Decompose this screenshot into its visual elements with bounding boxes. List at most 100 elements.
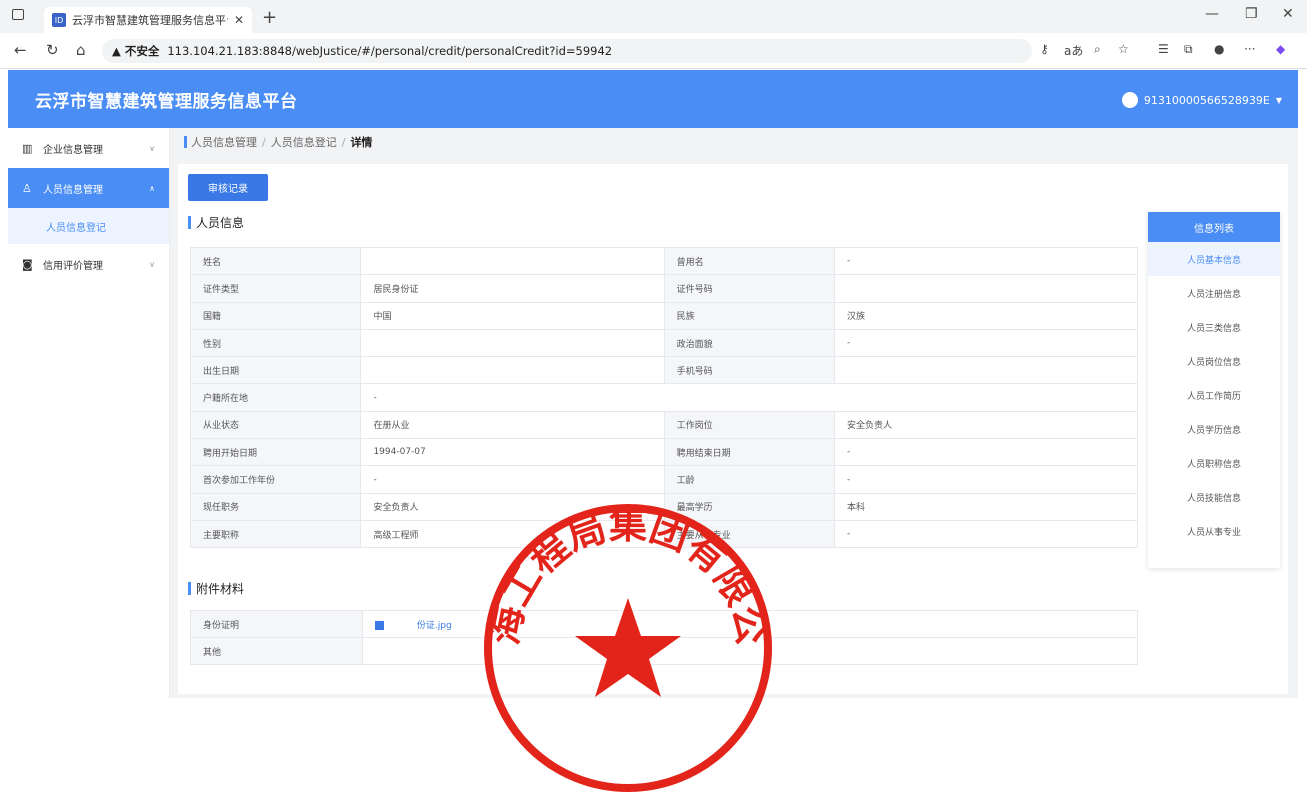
new-tab-icon[interactable]: + (262, 7, 277, 28)
key-icon[interactable]: ⚷ (1040, 42, 1049, 56)
sidebar-item-credit[interactable]: ◙ 信用评价管理 ∨ (8, 244, 169, 284)
sidebar-item-label: 人员信息管理 (43, 184, 103, 196)
table-cell-value: - (834, 465, 1138, 494)
table-cell-value: 1994-07-07 (360, 438, 665, 467)
section-title-attachments: 附件材料 (188, 580, 244, 597)
sidebar: ▥ 企业信息管理 ∨ ♙ 人员信息管理 ∧ 人员信息登记 ◙ 信用评价管理 ∨ (8, 128, 170, 698)
info-list-item[interactable]: 人员工作简历 (1148, 378, 1280, 412)
copilot-icon[interactable]: ◆ (1276, 42, 1285, 56)
table-cell-value (360, 246, 665, 276)
table-cell-file (362, 637, 1138, 665)
favicon-icon: ID (52, 13, 66, 27)
read-aloud-icon[interactable]: aあ (1064, 42, 1083, 59)
table-cell-label: 户籍所在地 (189, 383, 362, 412)
profile-icon[interactable]: ● (1214, 42, 1224, 56)
sidebar-toggle-icon[interactable] (12, 9, 24, 20)
back-icon[interactable]: ← (14, 41, 27, 59)
refresh-icon[interactable]: ↻ (46, 41, 59, 59)
table-cell-file: 份证.jpg (362, 610, 1138, 638)
section-title-text: 人员信息 (196, 216, 245, 230)
table-cell-value: 安全负责人 (360, 492, 665, 521)
person-info-table: 姓名 曾用名 - 证件类型 居民身份证 证件号码 国籍 中国 民族 汉族 性别 政治面貌 - 出生日期 手机… (189, 246, 1138, 549)
table-cell-value: 在册从业 (360, 410, 665, 440)
zoom-icon[interactable]: ⌕ (1094, 42, 1101, 57)
breadcrumb-item[interactable]: 人员信息登记 (271, 134, 337, 150)
favorites-list-icon[interactable]: ☰ (1158, 42, 1169, 56)
table-row: 姓名 曾用名 - (189, 246, 1138, 276)
table-cell-label: 性别 (189, 328, 362, 358)
table-cell-label: 手机号码 (663, 356, 836, 385)
file-link[interactable]: 份证.jpg (417, 621, 452, 631)
table-row: 身份证明 份证.jpg (190, 610, 1138, 638)
sidebar-subitem-registration[interactable]: 人员信息登记 (8, 208, 169, 244)
info-list-panel: 信息列表 人员基本信息 人员注册信息 人员三类信息 人员岗位信息 人员工作简历 人员学历信… (1148, 212, 1280, 568)
info-list-item[interactable]: 人员三类信息 (1148, 310, 1280, 344)
section-marker (188, 216, 191, 229)
section-title-text: 附件材料 (196, 582, 245, 596)
table-cell-value: 安全负责人 (834, 410, 1138, 440)
table-cell-label: 曾用名 (663, 246, 836, 276)
info-list-item[interactable]: 人员从事专业 (1148, 514, 1280, 548)
table-cell-label: 首次参加工作年份 (189, 465, 362, 494)
shield-icon: ◙ (22, 257, 33, 271)
table-cell-value: - (360, 465, 665, 494)
info-list-item[interactable]: 人员技能信息 (1148, 480, 1280, 514)
favorite-icon[interactable]: ☆ (1118, 42, 1129, 56)
attachments-table: 身份证明 份证.jpg 其他 (190, 610, 1138, 665)
table-row: 国籍 中国 民族 汉族 (189, 301, 1138, 330)
close-tab-icon[interactable]: ✕ (234, 13, 244, 27)
table-cell-label: 出生日期 (189, 356, 362, 385)
collections-icon[interactable]: ⧉ (1184, 42, 1193, 57)
chevron-down-icon: ∨ (149, 259, 155, 269)
main-content: 人员信息管理 / 人员信息登记 / 详情 审核记录 人员信息 姓名 曾用名 - 证件类… (170, 128, 1298, 698)
sidebar-item-label: 企业信息管理 (43, 144, 103, 156)
table-row: 出生日期 手机号码 (189, 356, 1138, 385)
table-cell-label: 工龄 (663, 465, 836, 494)
table-row: 其他 (190, 637, 1138, 665)
table-row: 首次参加工作年份 - 工龄 - (189, 465, 1138, 494)
minimize-icon[interactable]: — (1205, 6, 1219, 22)
table-cell-value: 汉族 (834, 301, 1138, 330)
table-cell-label: 国籍 (189, 301, 362, 330)
browser-tab-bar: ID 云浮市智慧建筑管理服务信息平台 ✕ + — ❐ ✕ (0, 0, 1307, 33)
info-list-item[interactable]: 人员职称信息 (1148, 446, 1280, 480)
table-cell-label: 聘用开始日期 (189, 438, 362, 467)
app-header: 云浮市智慧建筑管理服务信息平台 91310000566528939E ▼ (8, 70, 1298, 128)
table-cell-label: 政治面貌 (663, 328, 836, 358)
chevron-up-icon: ∧ (149, 183, 155, 193)
table-cell-value: - (834, 519, 1138, 549)
table-row: 从业状态 在册从业 工作岗位 安全负责人 (189, 410, 1138, 440)
security-warning[interactable]: ▲ 不安全 (112, 43, 159, 59)
section-title-person: 人员信息 (188, 214, 244, 231)
url-input[interactable]: ▲ 不安全 113.104.21.183:8848/webJustice/#/p… (102, 39, 1032, 63)
table-cell-label: 聘用结束日期 (663, 438, 836, 467)
home-icon[interactable]: ⌂ (76, 41, 86, 59)
sidebar-item-personnel[interactable]: ♙ 人员信息管理 ∧ (8, 168, 169, 208)
user-menu[interactable]: 91310000566528939E ▼ (1121, 92, 1282, 108)
tab-title: 云浮市智慧建筑管理服务信息平台 (72, 14, 228, 27)
section-marker (188, 582, 191, 595)
info-list-item[interactable]: 人员基本信息 (1148, 242, 1280, 276)
users-icon: ♙ (22, 181, 32, 195)
table-cell-label: 身份证明 (190, 610, 363, 638)
breadcrumb-sep: / (341, 135, 346, 149)
audit-record-button[interactable]: 审核记录 (188, 174, 268, 201)
info-list-item[interactable]: 人员岗位信息 (1148, 344, 1280, 378)
breadcrumb-item[interactable]: 人员信息管理 (191, 134, 257, 150)
browser-tab[interactable]: ID 云浮市智慧建筑管理服务信息平台 ✕ (44, 7, 252, 33)
chevron-down-icon: ∨ (149, 143, 155, 153)
chevron-down-icon: ▼ (1275, 95, 1282, 105)
table-cell-value (360, 328, 665, 358)
sidebar-item-label: 信用评价管理 (43, 260, 103, 272)
restore-icon[interactable]: ❐ (1245, 6, 1258, 22)
page-title: 云浮市智慧建筑管理服务信息平台 (35, 92, 298, 112)
close-window-icon[interactable]: ✕ (1282, 6, 1294, 22)
more-icon[interactable]: ··· (1244, 42, 1255, 56)
table-cell-value: - (834, 328, 1138, 358)
info-list-item[interactable]: 人员学历信息 (1148, 412, 1280, 446)
breadcrumb-marker (184, 136, 187, 148)
info-list-item[interactable]: 人员注册信息 (1148, 276, 1280, 310)
sidebar-item-enterprise[interactable]: ▥ 企业信息管理 ∨ (8, 128, 169, 168)
image-file-icon (375, 620, 384, 630)
table-cell-value: 中国 (360, 301, 665, 330)
